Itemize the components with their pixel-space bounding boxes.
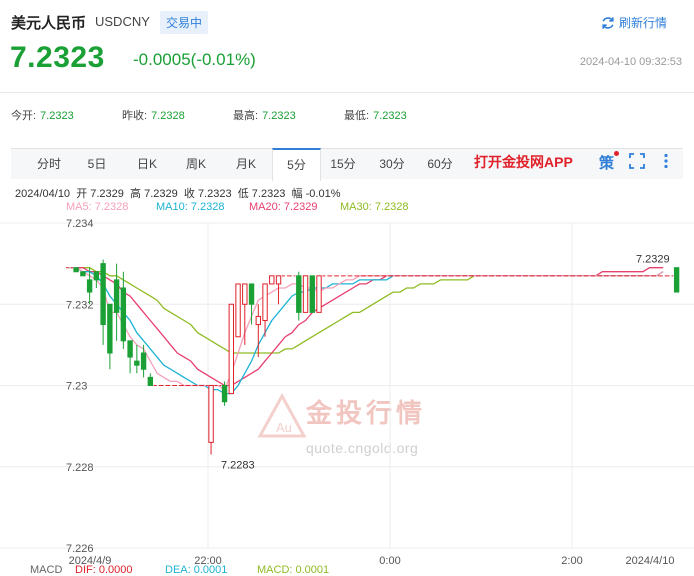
ohlc-open-label: 开 <box>76 188 88 200</box>
refresh-button[interactable]: 刷新行情 <box>601 14 667 31</box>
ohlc-close: 7.2323 <box>197 188 232 200</box>
ohlc-amp: -0.01% <box>305 188 341 200</box>
tab-daily-k[interactable]: 日K <box>124 149 170 179</box>
y-tick-label: 7.234 <box>66 218 94 230</box>
tab-weekly-k[interactable]: 周K <box>173 149 219 179</box>
strategy-button[interactable]: 策 <box>599 152 614 173</box>
x-tick-label: 2:00 <box>561 555 582 567</box>
last-price: 7.2323 <box>10 41 105 74</box>
x-tick-label: 2024/4/10 <box>626 555 675 567</box>
tab-30min[interactable]: 30分 <box>369 149 415 179</box>
candle-body <box>673 267 680 293</box>
quote-timestamp: 2024-04-10 09:32:53 <box>579 56 682 68</box>
price-change: -0.0005(-0.01%) <box>133 50 256 69</box>
candle-body <box>275 275 282 285</box>
candle-body <box>255 315 261 326</box>
ohlc-readout: 2024/04/10 开 7.2329 高 7.2329 收 7.2323 低 … <box>15 185 340 201</box>
macd-dea: DEA: 0.0001 <box>165 564 228 576</box>
candle-body <box>208 385 214 443</box>
stat-value: 7.2323 <box>262 110 296 122</box>
open-app-link[interactable]: 打开金投网APP <box>474 152 573 172</box>
notification-dot <box>614 151 619 156</box>
fullscreen-icon[interactable] <box>628 152 646 170</box>
stat-value: 7.2323 <box>373 110 407 122</box>
low-annotation: 7.2283 <box>221 460 255 472</box>
macd-value: MACD: 0.0001 <box>257 564 330 576</box>
stat-label: 最高: <box>233 110 259 122</box>
macd-dif: DIF: 0.0000 <box>75 564 133 576</box>
y-tick-label: 7.226 <box>66 543 94 555</box>
tab-5day[interactable]: 5日 <box>74 149 120 179</box>
candle-body <box>309 275 315 313</box>
candle-body <box>127 340 133 358</box>
ma20-line <box>69 267 664 387</box>
candle-body <box>242 283 248 305</box>
refresh-label: 刷新行情 <box>619 16 668 30</box>
refresh-icon <box>602 16 614 29</box>
stat-open: 今开: 7.2323 <box>11 107 74 123</box>
stat-label: 最低: <box>344 110 370 122</box>
stat-high: 最高: 7.2323 <box>233 107 296 123</box>
candle-body <box>93 271 100 281</box>
stat-value: 7.2323 <box>40 110 74 122</box>
ohlc-close-label: 收 <box>183 188 195 200</box>
stat-prev-close: 昨收: 7.2328 <box>122 107 185 123</box>
trading-status-badge: 交易中 <box>160 11 209 34</box>
ohlc-amp-label: 幅 <box>291 188 303 200</box>
candle-body <box>113 279 120 313</box>
candle-body <box>302 275 309 313</box>
candle-body <box>100 263 106 326</box>
candle-body <box>73 267 79 273</box>
candle-body <box>248 283 255 305</box>
candle-body <box>316 275 322 313</box>
candle-body <box>262 283 268 321</box>
period-tab-bar: 分时 5日 日K 周K 月K 5分 15分 30分 60分 <box>11 148 683 181</box>
header-divider <box>0 92 694 93</box>
ohlc-date: 2024/04/10 <box>15 188 71 200</box>
tab-15min[interactable]: 15分 <box>320 149 366 179</box>
candle-body <box>134 360 140 366</box>
tab-60min[interactable]: 60分 <box>417 149 463 179</box>
candle-body <box>147 376 154 386</box>
candle-body <box>140 352 147 370</box>
candle-body <box>228 303 235 395</box>
candle-body <box>107 303 113 354</box>
tab-monthly-k[interactable]: 月K <box>223 149 269 179</box>
candle-body <box>269 275 275 285</box>
candle-body <box>296 275 302 313</box>
quote-header: 美元人民币 USDCNY 交易中 刷新行情 7.2323 -0.0005(-0.… <box>0 0 694 90</box>
x-tick-label: 0:00 <box>379 555 400 567</box>
instrument-code: USDCNY <box>95 14 150 29</box>
y-tick-label: 7.23 <box>66 381 87 393</box>
stat-label: 昨收: <box>122 110 148 122</box>
stat-low: 最低: 7.2323 <box>344 107 407 123</box>
candle-body <box>80 271 86 277</box>
tab-timeshare[interactable]: 分时 <box>26 149 72 179</box>
candle-body <box>86 279 93 293</box>
ma5-line <box>69 267 664 391</box>
ohlc-high-label: 高 <box>130 188 142 200</box>
kline-chart[interactable]: 7.2347.2327.237.2287.2262024/4/9 22:00 0:0… <box>0 210 694 571</box>
stat-value: 7.2328 <box>151 110 185 122</box>
candle-body <box>221 385 228 403</box>
ohlc-open: 7.2329 <box>90 188 124 200</box>
candle-body <box>235 283 241 338</box>
tab-5min[interactable]: 5分 <box>272 148 321 181</box>
instrument-title: 美元人民币 <box>11 15 87 32</box>
ohlc-high: 7.2329 <box>144 188 178 200</box>
stat-label: 今开: <box>11 110 37 122</box>
candle-body <box>120 287 127 342</box>
high-annotation: 7.2329 <box>636 254 670 266</box>
ohlc-low-label: 低 <box>237 188 249 200</box>
ohlc-low: 7.2323 <box>251 188 286 200</box>
y-tick-label: 7.228 <box>66 462 94 474</box>
more-menu-icon[interactable] <box>657 152 675 170</box>
macd-label: MACD <box>30 564 63 576</box>
